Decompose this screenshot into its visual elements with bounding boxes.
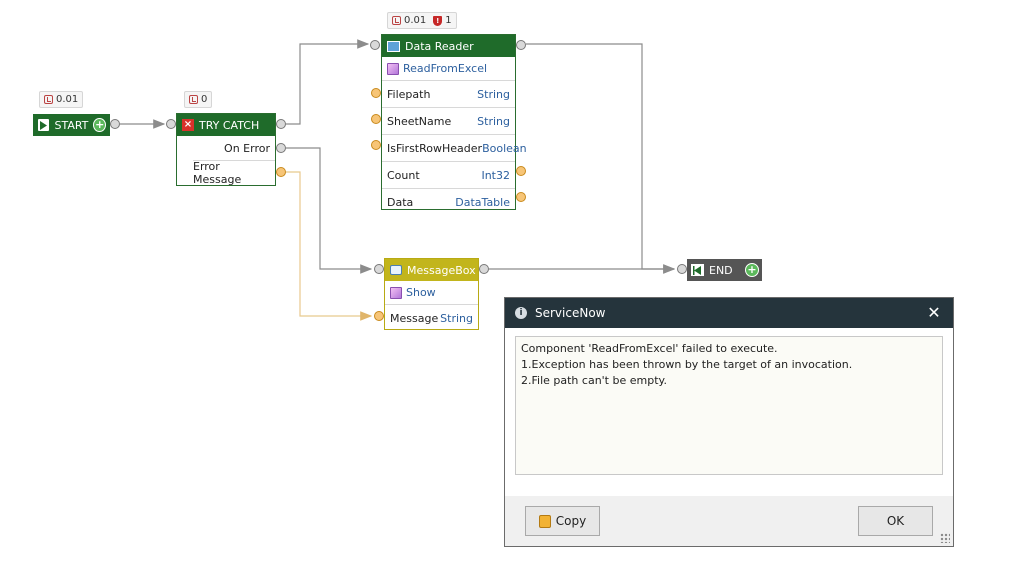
messagebox-output-port[interactable] [479,264,489,274]
messagebox-node[interactable]: MessageBox Show Message String [384,258,479,330]
error-x-icon: × [182,119,194,131]
param-row-count[interactable]: Count Int32 [382,161,515,188]
trycatch-node[interactable]: × TRY CATCH On Error Error Message [176,113,276,186]
add-icon[interactable]: + [93,118,106,132]
param-row-sheetname[interactable]: SheetName String [382,107,515,134]
isfirstrowheader-input-port[interactable] [371,140,381,150]
end-icon [691,264,704,276]
param-row-filepath[interactable]: Filepath String [382,80,515,107]
ok-button[interactable]: OK [858,506,933,536]
timer-icon [392,16,401,25]
method-icon [390,286,402,299]
trycatch-header: × TRY CATCH [177,114,275,136]
start-output-port[interactable] [110,119,120,129]
messagebox-input-port[interactable] [374,264,384,274]
error-message-text[interactable]: Component 'ReadFromExcel' failed to exec… [515,336,943,475]
start-timing-badge: 0.01 [39,91,84,108]
end-label: END [709,263,733,277]
dialog-body: Component 'ReadFromExcel' failed to exec… [505,328,953,496]
datareader-node[interactable]: Data Reader ReadFromExcel Filepath Strin… [381,34,527,210]
end-node[interactable]: END + [687,259,762,281]
trycatch-label: TRY CATCH [199,118,260,132]
trycatch-output-errormessage: Error Message [193,160,275,186]
datareader-input-port[interactable] [370,40,380,50]
start-node[interactable]: START + [33,114,110,136]
data-output-port[interactable] [516,192,526,202]
timer-icon [189,95,198,104]
end-input-port[interactable] [677,264,687,274]
info-icon: i [515,307,527,319]
wire-errormessage-to-message [286,171,373,321]
datareader-header: Data Reader [382,35,515,57]
message-input-port[interactable] [374,311,384,321]
filepath-input-port[interactable] [371,88,381,98]
wire-onerror-to-messagebox [286,147,373,274]
trycatch-timing-badge: 0 [184,91,213,108]
param-row-message[interactable]: Message String [385,304,478,331]
sheetname-input-port[interactable] [371,114,381,124]
wire-datareader-to-end [526,43,676,274]
trycatch-output-onerror: On Error [224,141,270,155]
datareader-status-badge: 0.01 ! 1 [387,12,457,29]
error-shield-icon: ! [433,15,443,26]
add-icon[interactable]: + [745,263,759,277]
error-dialog: i ServiceNow ✕ Component 'ReadFromExcel'… [504,297,954,547]
onerror-output-port[interactable] [276,143,286,153]
datareader-label: Data Reader [405,39,474,53]
errormessage-output-port[interactable] [276,167,286,177]
trycatch-output-port[interactable] [276,119,286,129]
close-icon[interactable]: ✕ [925,304,943,322]
datareader-output-port[interactable] [516,40,526,50]
param-row-isfirstrowheader[interactable]: IsFirstRowHeader Boolean [382,134,527,161]
start-label: START [54,118,89,132]
method-icon [387,62,399,75]
trycatch-input-port[interactable] [166,119,176,129]
clipboard-icon [538,514,551,528]
datareader-icon [387,40,400,52]
dialog-title: ServiceNow [535,306,606,320]
wire-trycatch-to-datareader [286,39,370,125]
message-icon [390,265,402,275]
dialog-titlebar: i ServiceNow ✕ [505,298,953,328]
count-output-port[interactable] [516,166,526,176]
datareader-method[interactable]: ReadFromExcel [382,57,515,80]
copy-button[interactable]: Copy [525,506,600,536]
timer-icon [44,95,53,104]
play-icon [38,119,50,131]
messagebox-method[interactable]: Show [385,281,478,304]
resize-grip[interactable] [940,533,950,543]
messagebox-label: MessageBox [407,263,476,277]
messagebox-header: MessageBox [385,259,478,281]
param-row-data[interactable]: Data DataTable [382,188,515,215]
